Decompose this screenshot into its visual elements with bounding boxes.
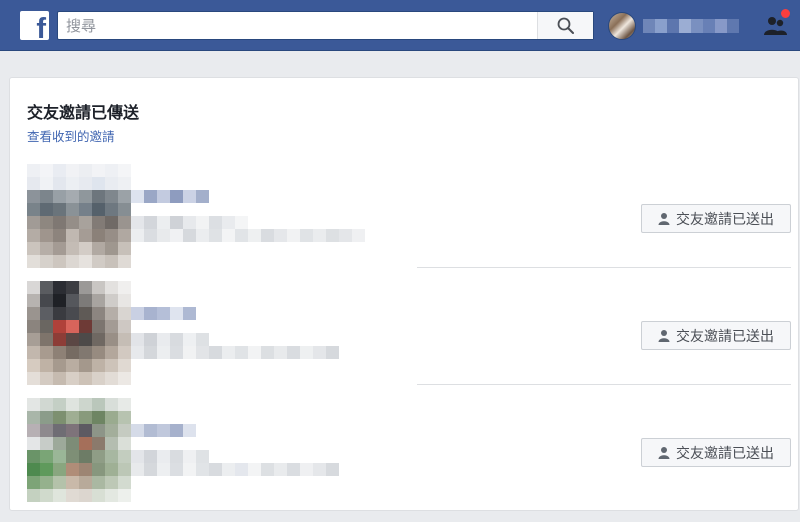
person-added-icon bbox=[658, 212, 670, 225]
profile-link[interactable] bbox=[608, 11, 748, 40]
sent-requests-panel: 交友邀請已傳送 查看收到的邀請 交友邀請已送出 交友邀請已送出 交友邀請已送出 bbox=[9, 77, 799, 511]
friend-request-sent-button[interactable]: 交友邀請已送出 bbox=[641, 438, 791, 467]
friend-request-sent-button[interactable]: 交友邀請已送出 bbox=[641, 321, 791, 350]
details-redacted bbox=[131, 450, 209, 463]
name-redacted bbox=[131, 307, 196, 320]
avatar bbox=[27, 398, 131, 502]
page-title: 交友邀請已傳送 bbox=[27, 103, 140, 122]
row-divider bbox=[417, 384, 791, 385]
search-input[interactable] bbox=[58, 12, 536, 39]
list-item: 交友邀請已送出 bbox=[27, 398, 791, 502]
friend-request-sent-label: 交友邀請已送出 bbox=[676, 211, 774, 228]
avatar bbox=[27, 164, 131, 268]
friend-request-sent-label: 交友邀請已送出 bbox=[676, 445, 774, 462]
details-redacted bbox=[131, 346, 339, 359]
top-navigation-bar: f bbox=[0, 0, 800, 51]
list-item: 交友邀請已送出 bbox=[27, 281, 791, 385]
search-box bbox=[57, 11, 594, 40]
name-redacted bbox=[131, 190, 209, 203]
view-received-requests-link[interactable]: 查看收到的邀請 bbox=[27, 126, 115, 145]
friend-request-sent-button[interactable]: 交友邀請已送出 bbox=[641, 204, 791, 233]
friend-requests-button[interactable] bbox=[763, 8, 791, 38]
details-redacted bbox=[131, 333, 209, 346]
facebook-logo-icon[interactable]: f bbox=[20, 11, 49, 40]
notification-badge bbox=[780, 8, 791, 19]
list-item: 交友邀請已送出 bbox=[27, 164, 791, 268]
name-redacted bbox=[131, 424, 196, 437]
person-added-icon bbox=[658, 329, 670, 342]
friend-request-sent-label: 交友邀請已送出 bbox=[676, 328, 774, 345]
details-redacted bbox=[131, 463, 339, 476]
details-redacted bbox=[131, 216, 248, 229]
person-added-icon bbox=[658, 446, 670, 459]
search-button[interactable] bbox=[537, 12, 593, 39]
avatar bbox=[27, 281, 131, 385]
row-divider bbox=[417, 267, 791, 268]
avatar bbox=[608, 11, 636, 40]
search-icon bbox=[557, 17, 574, 34]
details-redacted bbox=[131, 229, 365, 242]
profile-name-redacted bbox=[643, 18, 739, 33]
